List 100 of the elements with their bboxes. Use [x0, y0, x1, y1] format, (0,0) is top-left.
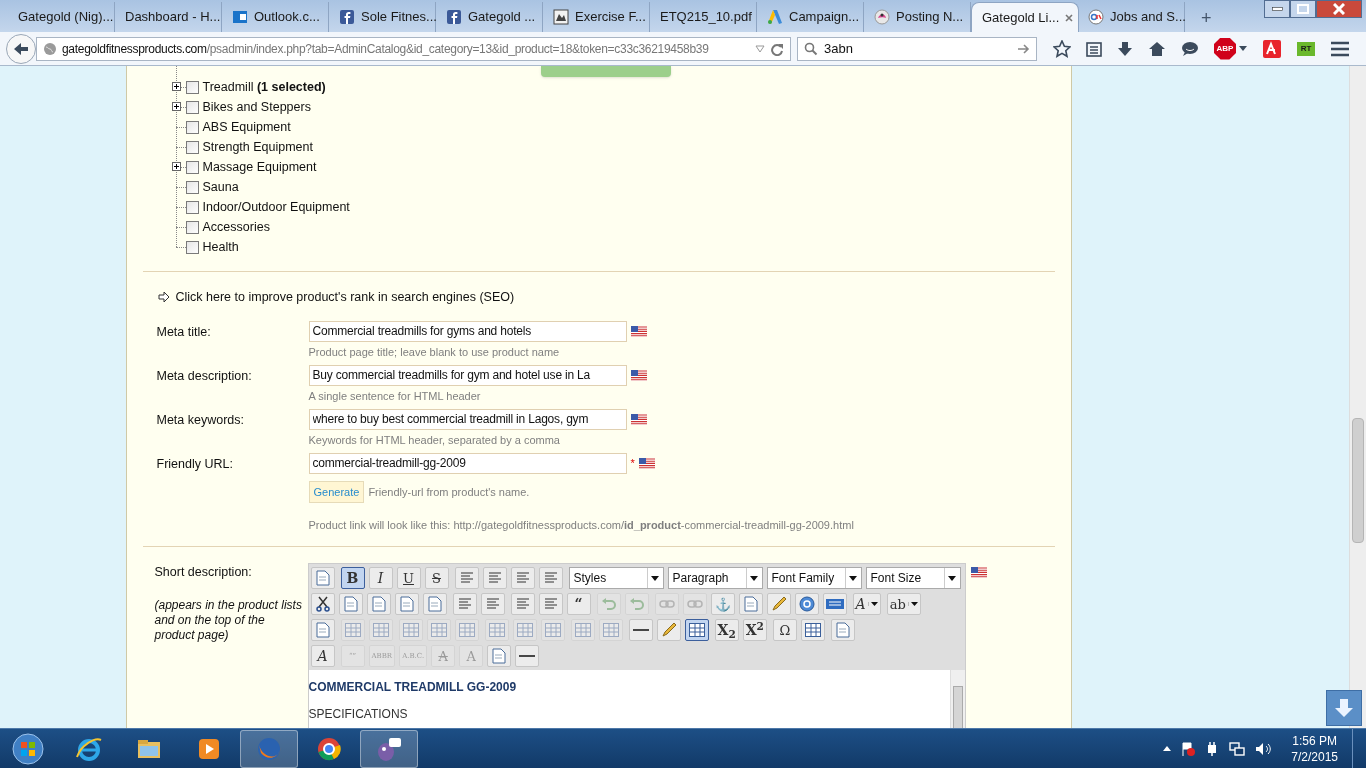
network-icon [1229, 741, 1246, 756]
globe-icon [43, 41, 57, 56]
toolbar-button[interactable] [628, 619, 653, 642]
category-label: Sauna [202, 178, 239, 196]
menu-icon [1330, 40, 1350, 57]
toolbar-button[interactable]: X$^{2}$ [742, 619, 767, 642]
page-icon [343, 596, 358, 613]
page-icon [427, 596, 442, 613]
toolbar-button[interactable]: “ [566, 593, 591, 616]
toolbar-button[interactable]: B [340, 567, 365, 590]
expand-icon [171, 162, 181, 171]
toolbar-button[interactable] [822, 593, 847, 616]
lines-icon [457, 598, 472, 611]
dropdown[interactable]: Font Family [766, 567, 862, 590]
antivirus-button[interactable] [1262, 37, 1282, 60]
home-icon [1148, 40, 1166, 57]
editor-text: SPECIFICATIONS [308, 706, 409, 724]
toolbar-button[interactable]: U [396, 567, 421, 590]
taskbar-app[interactable] [240, 729, 298, 768]
hint-text: A single sentence for HTML header [308, 388, 482, 404]
grid-icon [574, 623, 591, 638]
field-label: Meta description: [156, 367, 253, 385]
dropdown[interactable]: Paragraph [667, 567, 763, 590]
page-icon [371, 596, 386, 613]
checkbox[interactable] [185, 180, 199, 194]
dropdown[interactable]: Styles [568, 567, 664, 590]
speaker-icon [1255, 741, 1272, 756]
text-field[interactable]: Commercial treadmills for gyms and hotels [308, 320, 627, 342]
grid-icon [372, 623, 389, 638]
dropdown[interactable]: Font Size [865, 567, 961, 590]
pen-icon [660, 622, 677, 639]
toolbar-button[interactable] [766, 593, 791, 616]
tab-title: Campaign... [789, 8, 860, 27]
scissors-icon [315, 596, 330, 613]
back-arrow-icon [13, 40, 29, 57]
toolbar-button[interactable] [310, 593, 335, 616]
toolbar-button[interactable]: I [368, 567, 393, 590]
chain-icon [658, 599, 675, 610]
generate-button[interactable]: Generate [308, 480, 365, 503]
tab-title: Jobs and S... [1110, 8, 1186, 27]
checkbox[interactable] [185, 140, 199, 154]
seo-link[interactable]: Click here to improve product's rank in search engines (SEO) [175, 288, 515, 307]
toolbar-button[interactable]: Ω [772, 619, 797, 642]
text-field[interactable]: Buy commercial treadmills for gym and hotel use in La [308, 364, 627, 386]
checkbox[interactable] [185, 120, 199, 134]
text-field[interactable]: where to buy best commercial treadmill in Lagos, gym [308, 408, 627, 430]
editor-scrollbar[interactable] [949, 670, 965, 728]
new-tab-button[interactable]: + [1195, 4, 1218, 32]
toolbar-button[interactable]: X$_{2}$ [714, 619, 739, 642]
search-icon [804, 41, 818, 56]
lines-icon [543, 598, 558, 611]
horizontal-line-icon [519, 654, 536, 659]
checkbox[interactable] [185, 80, 199, 94]
browser-tab[interactable]: Gategold Li... [971, 2, 1079, 32]
url-text: gategoldfitnessproducts.com/psadmin/index.php?tab=AdminCatalog&id_category=13&id_product=18&token=c33c36219458b39 [62, 40, 709, 58]
tab-title: Gategold Li... [982, 8, 1060, 27]
toolbar-button[interactable]: ⚓ [710, 593, 735, 616]
lines-icon [485, 598, 500, 611]
checkbox[interactable] [185, 220, 199, 234]
grid-icon [602, 623, 619, 638]
badge-icon [825, 599, 844, 610]
toolbar-button[interactable]: S [424, 567, 449, 590]
toolbar-button[interactable] [515, 645, 540, 668]
toolbar-button[interactable] [800, 619, 825, 642]
address-bar[interactable]: gategoldfitnessproducts.com/psadmin/index.php?tab=AdminCatalog&id_category=13&id_product=18&token=c33c36219458b39 [36, 36, 791, 61]
checkbox[interactable] [185, 200, 199, 214]
toolbar-button[interactable] [656, 619, 681, 642]
toolbar-button[interactable]: A [852, 593, 881, 616]
close-button[interactable] [1316, 0, 1362, 18]
back-button[interactable] [6, 33, 36, 64]
category-label: Treadmill (1 selected) [202, 78, 326, 96]
curved-arrow-icon [600, 598, 617, 611]
toolbar-button[interactable]: ab [886, 593, 921, 616]
news-button[interactable]: RT [1297, 41, 1315, 56]
toolbar-button[interactable] [684, 619, 709, 642]
checkbox[interactable] [185, 160, 199, 174]
speech-bubble-icon [1181, 40, 1199, 57]
shield-icon [1262, 38, 1282, 59]
toolbar-button[interactable]: A [310, 645, 335, 668]
taskbar-app[interactable] [360, 729, 418, 768]
checkbox[interactable] [185, 100, 199, 114]
minimize-button[interactable] [1264, 0, 1290, 18]
flag-alert-icon [1181, 741, 1196, 756]
search-field[interactable]: 3abn [797, 36, 1037, 61]
toolbar-button[interactable] [794, 593, 819, 616]
helper-text: Friendly-url from product's name. [368, 484, 530, 500]
tab-title: Gategold ... [468, 8, 536, 27]
scrollbar[interactable] [1349, 66, 1366, 728]
download-button[interactable] [1326, 690, 1362, 726]
text-field[interactable]: commercial-treadmill-gg-2009 [308, 452, 627, 474]
expand-icon [171, 102, 181, 111]
tab-title: ETQ215_10.pdf [660, 8, 752, 27]
mail-icon [232, 9, 248, 25]
editor-heading: COMMERCIAL TREADMILL GG-2009 [308, 679, 518, 697]
category-label: Health [202, 238, 239, 256]
bookmark-button[interactable] [1053, 37, 1071, 60]
checkbox[interactable] [185, 240, 199, 254]
caret-icon [870, 602, 878, 607]
grid-icon [804, 623, 821, 638]
maximize-button[interactable] [1290, 0, 1316, 18]
